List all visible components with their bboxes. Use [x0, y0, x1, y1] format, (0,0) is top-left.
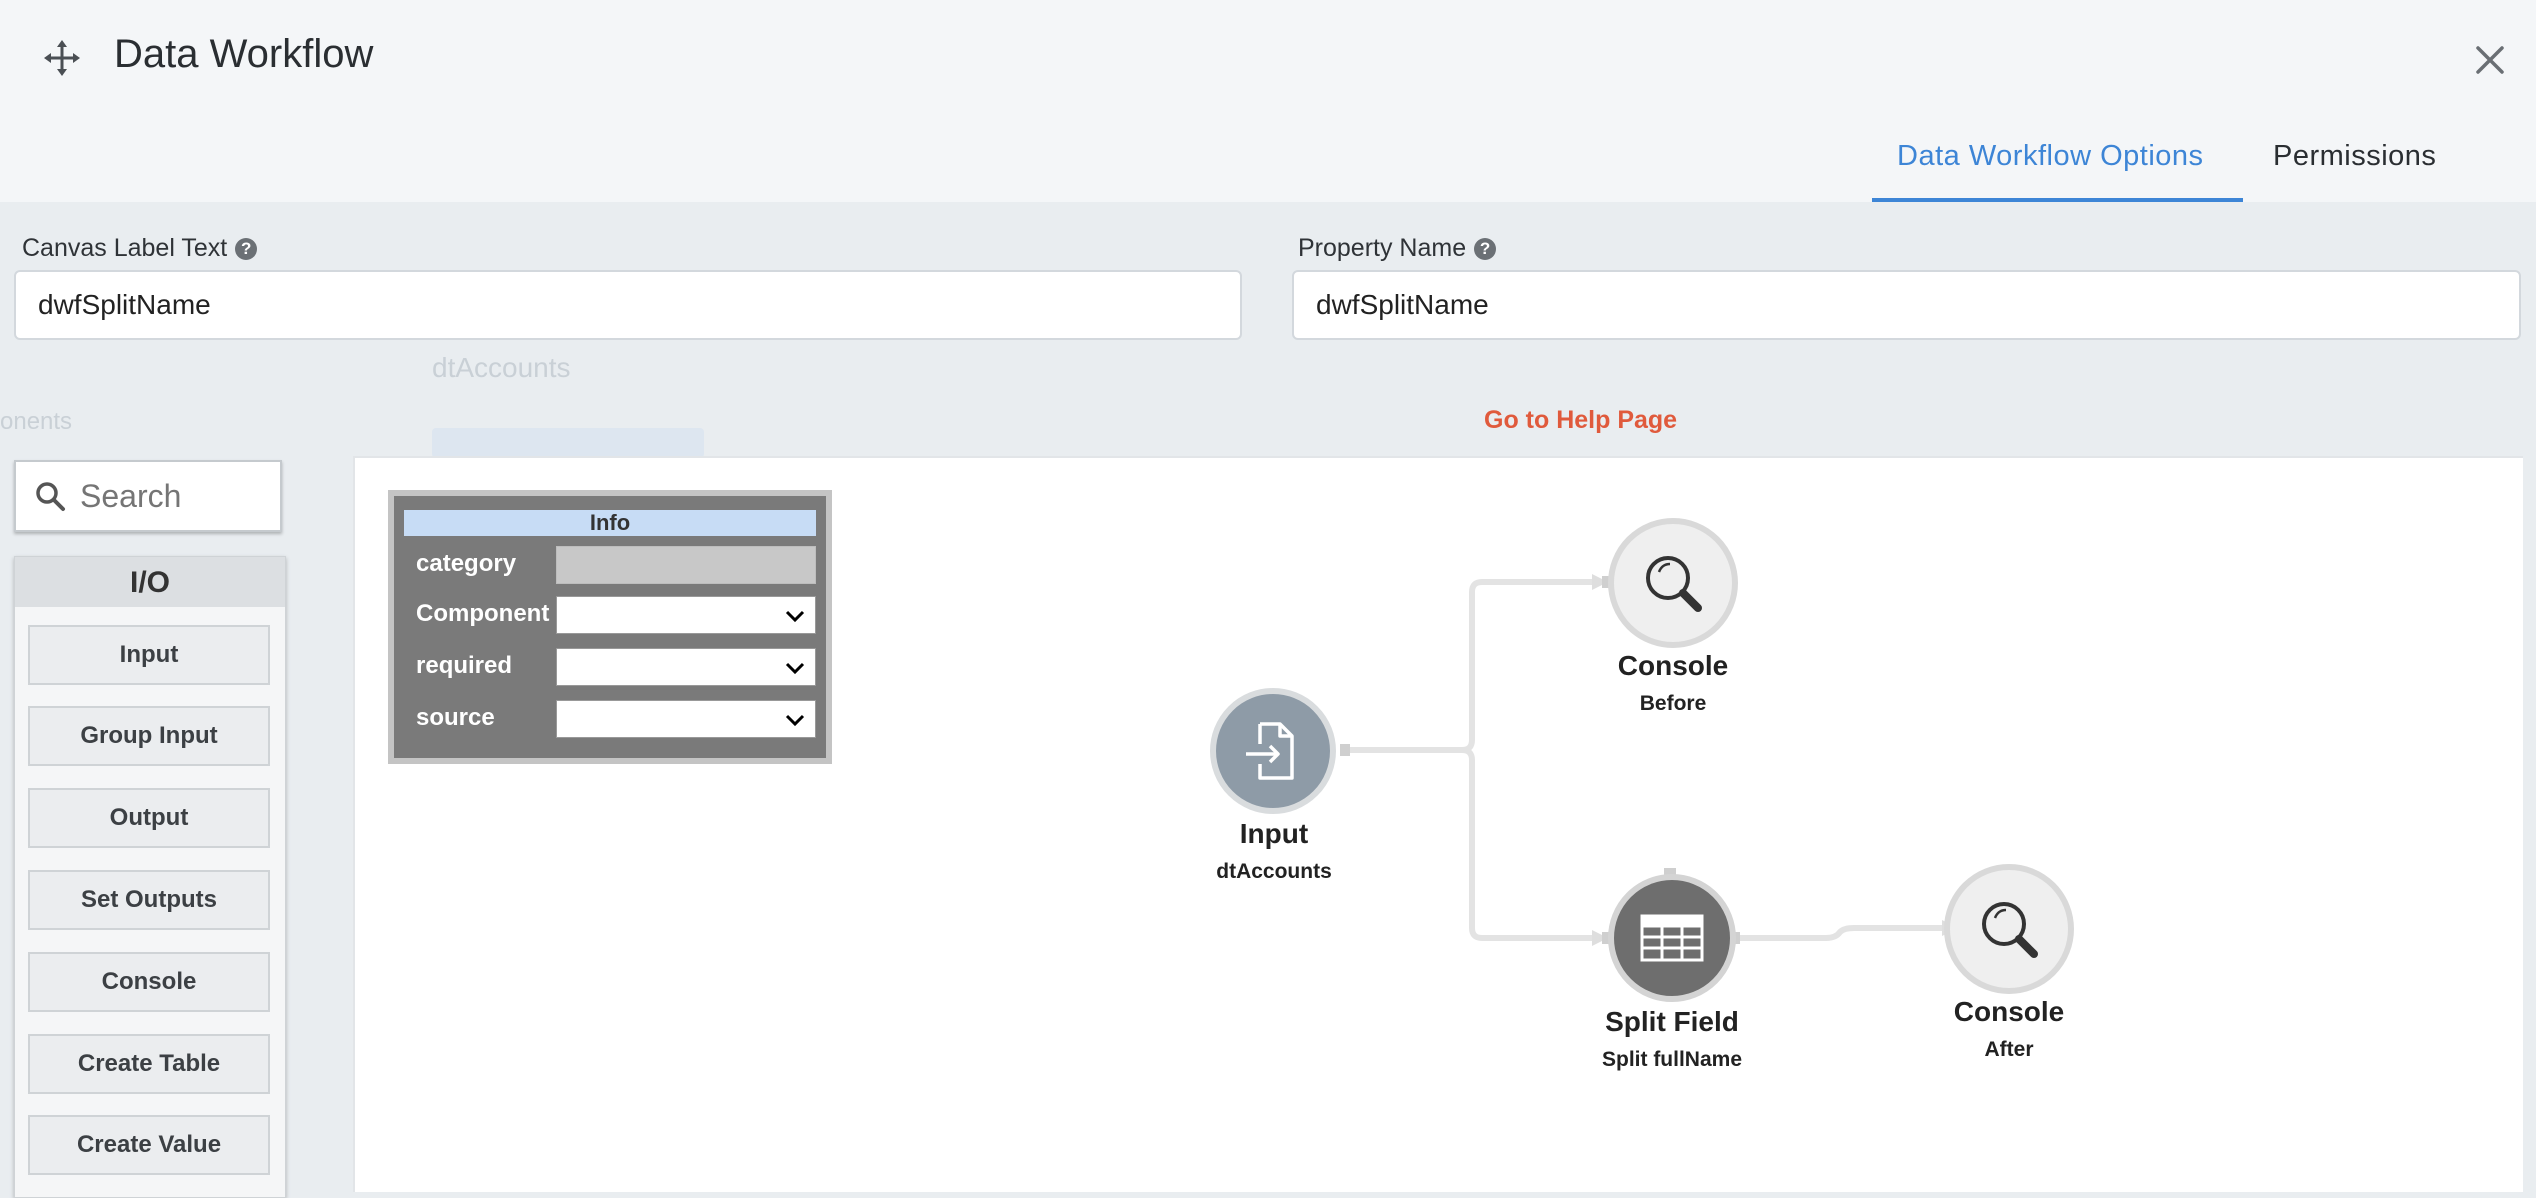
- info-label-category: category: [416, 550, 517, 577]
- tab-data-workflow-options[interactable]: Data Workflow Options: [1897, 140, 2204, 173]
- search-icon: [36, 482, 65, 511]
- node-split-field-circle: [1608, 874, 1736, 1002]
- palette-item-input[interactable]: Input: [28, 625, 270, 685]
- magnifier-icon: [1646, 556, 1702, 612]
- dialog-title: Data Workflow: [114, 32, 374, 76]
- chevron-down-icon: [785, 714, 805, 727]
- palette-item-console[interactable]: Console: [28, 952, 270, 1012]
- node-console-after-subtitle: After: [1984, 1038, 2034, 1061]
- required-select[interactable]: [556, 648, 816, 686]
- node-console-before[interactable]: Console Before: [1608, 518, 1738, 718]
- category-field: [556, 546, 816, 584]
- node-input-circle: [1210, 688, 1336, 814]
- active-tab-underline: [1872, 198, 2243, 202]
- node-console-after-title: Console: [1953, 996, 2065, 1027]
- source-select[interactable]: [556, 700, 816, 738]
- background-ghost-text: dtAccounts: [432, 352, 571, 383]
- background-ghost-button: [432, 428, 704, 458]
- info-label-source: source: [416, 704, 495, 731]
- background-ghost-side-text: onents: [0, 408, 73, 435]
- file-import-icon: [1246, 722, 1294, 780]
- node-console-before-subtitle: Before: [1639, 692, 1707, 715]
- close-icon[interactable]: [2470, 40, 2510, 80]
- magnifier-icon: [1982, 902, 2038, 958]
- node-console-before-title: Console: [1617, 650, 1729, 681]
- palette-panel: I/O Input Group Input Output Set Outputs…: [14, 556, 286, 1198]
- palette-search[interactable]: [14, 460, 282, 532]
- palette-item-create-value[interactable]: Create Value: [28, 1115, 270, 1175]
- palette-section-header: I/O: [15, 557, 285, 607]
- canvas-label-text-caption: Canvas Label Text: [22, 234, 228, 262]
- info-panel: Info category Component required source: [388, 490, 832, 764]
- help-page-link[interactable]: Go to Help Page: [1484, 406, 1677, 435]
- node-input-subtitle: dtAccounts: [1216, 860, 1332, 883]
- table-icon: [1640, 914, 1704, 962]
- help-icon[interactable]: ?: [235, 237, 258, 260]
- info-panel-title: Info: [404, 510, 816, 536]
- palette-item-set-outputs[interactable]: Set Outputs: [28, 870, 270, 930]
- palette-item-group-input[interactable]: Group Input: [28, 706, 270, 766]
- info-label-component: Component: [416, 600, 550, 627]
- property-name-input[interactable]: [1292, 270, 2521, 340]
- property-name-caption: Property Name: [1298, 234, 1467, 262]
- node-split-field-subtitle: Split fullName: [1601, 1048, 1743, 1071]
- info-label-required: required: [416, 652, 513, 679]
- chevron-down-icon: [785, 662, 805, 675]
- help-icon[interactable]: ?: [1474, 237, 1497, 260]
- palette-item-output[interactable]: Output: [28, 788, 270, 848]
- node-input[interactable]: Input dtAccounts: [1210, 688, 1338, 888]
- canvas-label-text-label: Canvas Label Text ?: [22, 234, 258, 263]
- property-name-label: Property Name ?: [1298, 234, 1497, 263]
- tab-permissions[interactable]: Permissions: [2273, 140, 2436, 173]
- node-split-field[interactable]: Split Field Split fullName: [1602, 874, 1742, 1074]
- node-console-after-circle: [1944, 864, 2074, 994]
- palette-search-input[interactable]: [78, 476, 262, 516]
- component-select[interactable]: [556, 596, 816, 634]
- node-console-after[interactable]: Console After: [1944, 864, 2074, 1064]
- move-icon[interactable]: [42, 38, 82, 78]
- node-input-title: Input: [1239, 818, 1309, 849]
- node-split-field-title: Split Field: [1605, 1006, 1739, 1037]
- node-console-before-circle: [1608, 518, 1738, 648]
- palette-item-create-table[interactable]: Create Table: [28, 1034, 270, 1094]
- canvas-label-text-input[interactable]: [14, 270, 1242, 340]
- chevron-down-icon: [785, 610, 805, 623]
